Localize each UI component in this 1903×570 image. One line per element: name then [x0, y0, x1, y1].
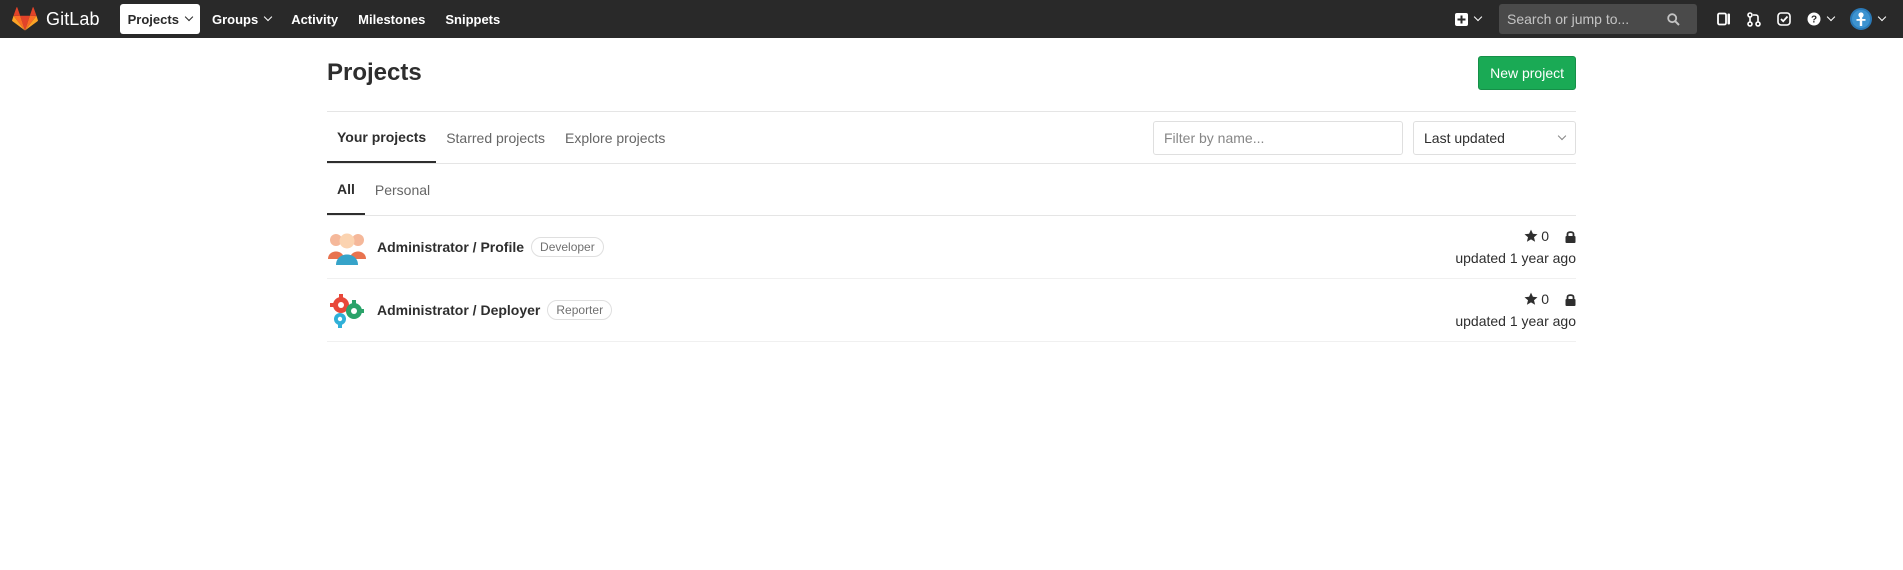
nav-snippets-label: Snippets: [445, 11, 501, 27]
updated-time: updated 1 year ago: [1455, 250, 1576, 266]
gears-avatar-icon[interactable]: [327, 290, 367, 330]
chevron-down-icon: [1826, 12, 1836, 22]
nav-activity[interactable]: Activity: [283, 4, 346, 34]
role-badge: Reporter: [547, 300, 613, 320]
merge-requests-button[interactable]: [1739, 4, 1769, 34]
projects-subtabs: All Personal: [327, 164, 1576, 216]
gitlab-home-link[interactable]: GitLab: [12, 0, 100, 38]
project-name-link[interactable]: Administrator / Profile: [377, 239, 524, 255]
project-info: Administrator / Profile Developer: [327, 227, 604, 267]
tab-starred-projects[interactable]: Starred projects: [436, 112, 555, 163]
star-icon: [1524, 292, 1538, 305]
search-icon: [1667, 12, 1680, 26]
nav-projects-label: Projects: [127, 11, 179, 27]
main-nav: Projects Groups Activity Milestones Snip…: [119, 0, 513, 38]
star-count-link[interactable]: 0: [1524, 291, 1549, 307]
search-input[interactable]: [1507, 11, 1667, 27]
projects-tabs: Your projects Starred projects Explore p…: [327, 112, 675, 163]
projects-tabs-row: Your projects Starred projects Explore p…: [327, 112, 1576, 164]
nav-projects[interactable]: Projects: [119, 4, 200, 34]
subtab-personal[interactable]: Personal: [365, 164, 440, 215]
nav-groups-label: Groups: [211, 11, 259, 27]
project-stats: 0: [1524, 228, 1576, 244]
chevron-down-icon: [184, 12, 194, 22]
star-icon: [1524, 229, 1538, 242]
nav-milestones[interactable]: Milestones: [350, 4, 433, 34]
project-name-link[interactable]: Administrator / Deployer: [377, 302, 540, 318]
merge-request-icon: [1747, 11, 1761, 27]
project-row: Administrator / Deployer Reporter 0 upda…: [327, 279, 1576, 342]
page-title: Projects: [327, 58, 422, 86]
chevron-down-icon: [1473, 12, 1483, 22]
new-dropdown-button[interactable]: [1447, 4, 1489, 34]
user-avatar-icon: [1850, 8, 1872, 30]
star-count-link[interactable]: 0: [1524, 228, 1549, 244]
filter-by-name-input[interactable]: [1153, 120, 1403, 155]
star-count: 0: [1541, 291, 1549, 307]
sort-dropdown[interactable]: Last updated: [1413, 120, 1576, 155]
navbar-right: ?: [1447, 0, 1903, 38]
main-content: Projects New project Your projects Starr…: [327, 38, 1576, 342]
gitlab-logo-icon: [12, 7, 38, 31]
help-icon: ?: [1807, 12, 1821, 26]
project-meta: 0 updated 1 year ago: [1455, 228, 1576, 266]
page-header: Projects New project: [327, 38, 1576, 112]
role-badge: Developer: [531, 237, 604, 257]
svg-text:?: ?: [1811, 15, 1817, 26]
todos-button[interactable]: [1769, 4, 1799, 34]
chevron-down-icon: [1877, 12, 1887, 22]
brand-name: GitLab: [46, 8, 100, 29]
chevron-down-icon: [263, 12, 273, 22]
updated-time: updated 1 year ago: [1455, 313, 1576, 329]
todo-check-icon: [1777, 12, 1791, 26]
issues-button[interactable]: [1709, 4, 1739, 34]
nav-groups[interactable]: Groups: [204, 4, 279, 34]
project-row: Administrator / Profile Developer 0 upda…: [327, 216, 1576, 279]
project-info: Administrator / Deployer Reporter: [327, 290, 613, 330]
search-box: [1499, 4, 1697, 34]
sort-dropdown-label: Last updated: [1424, 129, 1505, 146]
users-avatar-icon[interactable]: [327, 227, 367, 267]
tab-explore-projects[interactable]: Explore projects: [555, 112, 675, 163]
project-stats: 0: [1524, 291, 1576, 307]
plus-square-icon: [1455, 12, 1468, 26]
subtab-all[interactable]: All: [327, 164, 365, 215]
user-menu-button[interactable]: [1842, 4, 1893, 34]
nav-activity-label: Activity: [291, 11, 339, 27]
help-button[interactable]: ?: [1799, 4, 1842, 34]
top-navbar: GitLab Projects Groups Activity Mileston…: [0, 0, 1903, 38]
nav-snippets[interactable]: Snippets: [437, 4, 508, 34]
new-project-button[interactable]: New project: [1478, 55, 1576, 90]
private-lock-icon: [1565, 230, 1576, 243]
star-count: 0: [1541, 228, 1549, 244]
tab-your-projects[interactable]: Your projects: [327, 112, 437, 163]
private-lock-icon: [1565, 293, 1576, 306]
project-meta: 0 updated 1 year ago: [1455, 291, 1576, 329]
chevron-down-icon: [1557, 131, 1567, 140]
issues-icon: [1717, 12, 1730, 26]
nav-milestones-label: Milestones: [358, 11, 426, 27]
filters: Last updated: [1153, 112, 1576, 163]
